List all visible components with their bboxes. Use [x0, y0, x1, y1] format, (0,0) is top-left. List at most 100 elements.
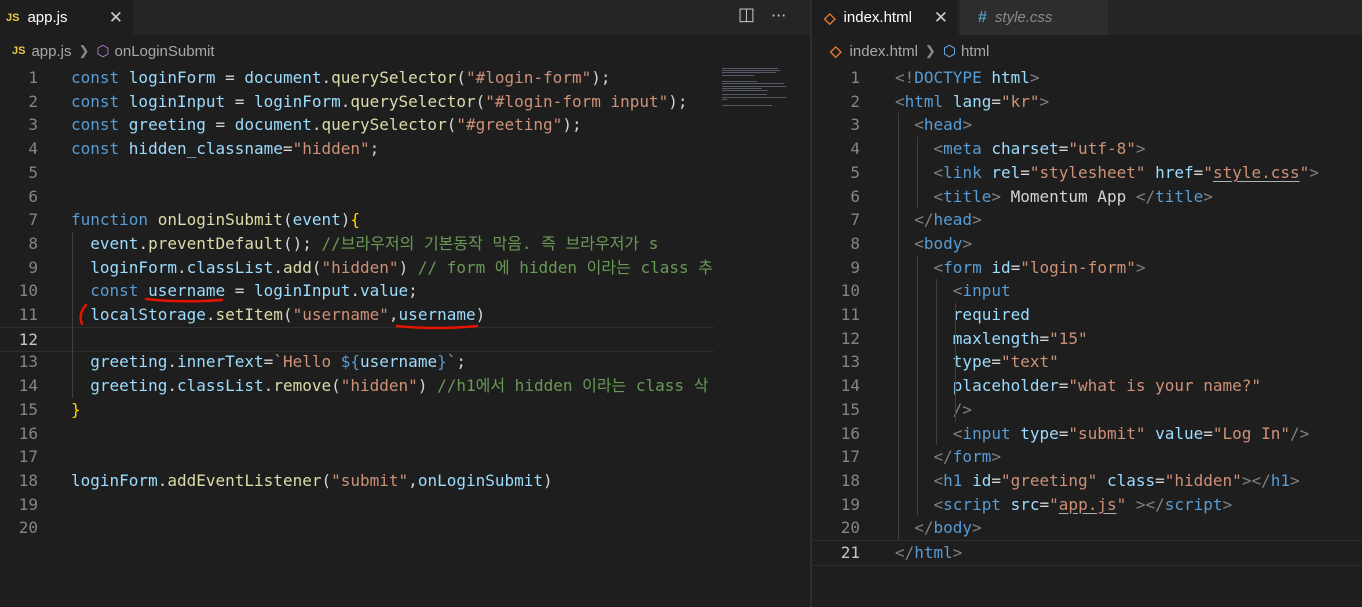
code-token: /> — [1289, 423, 1310, 443]
code-line[interactable]: 21 </html> — [812, 540, 1362, 566]
code-token: const — [71, 139, 129, 159]
code-text: event.preventDefault(); //브라우저의 기본동작 막음.… — [71, 232, 658, 256]
code-text: <meta charset="utf-8"> — [895, 137, 1146, 161]
code-token: "Log In" — [1212, 423, 1290, 443]
code-line[interactable]: 7 </head> — [812, 208, 1362, 232]
code-token: > — [1029, 68, 1040, 87]
code-line[interactable]: 9 loginForm.classList.add("hidden") // f… — [0, 256, 810, 280]
close-icon[interactable]: ✕ — [934, 8, 948, 28]
code-token: ( — [456, 68, 466, 87]
code-token: = — [991, 470, 1001, 490]
code-line[interactable]: 9 <form id="login-form"> — [812, 256, 1362, 280]
code-line[interactable]: 10 const username = loginInput.value; — [0, 279, 810, 303]
code-line[interactable]: 18 loginForm.addEventListener("submit",on… — [0, 469, 810, 493]
minimap-line — [722, 94, 767, 96]
code-line[interactable]: 5 <link rel="stylesheet" href="style.css… — [812, 161, 1362, 185]
code-token: { — [350, 210, 361, 230]
code-line[interactable]: 17 — [0, 445, 810, 469]
code-token: , — [408, 470, 418, 490]
code-line[interactable]: 15} — [0, 398, 810, 422]
code-token: add — [282, 257, 312, 277]
minimap[interactable] — [714, 62, 810, 607]
code-line[interactable]: 8 <body> — [812, 232, 1362, 256]
code-token: loginForm — [71, 470, 158, 490]
code-token: class — [1097, 470, 1156, 490]
code-line[interactable]: 11 required — [812, 303, 1362, 327]
code-line[interactable]: 10 <input — [812, 279, 1362, 303]
code-token: "hidden" — [1164, 470, 1242, 490]
code-text: type="text" — [895, 350, 1059, 374]
code-line[interactable]: 14 placeholder="what is your name?" — [812, 374, 1362, 398]
code-line[interactable]: 4 <meta charset="utf-8"> — [812, 137, 1362, 161]
breadcrumb-symbol[interactable]: onLoginSubmit — [115, 43, 215, 60]
code-line[interactable]: 20 </body> — [812, 516, 1362, 540]
code-line[interactable]: 18 <h1 id="greeting" class="hidden"></h1… — [812, 469, 1362, 493]
code-token: . — [167, 376, 177, 396]
code-token: " — [1203, 162, 1213, 182]
close-icon[interactable]: ✕ — [109, 8, 123, 28]
code-line[interactable]: 8 event.preventDefault(); //브라우저의 기본동작 막… — [0, 232, 810, 256]
code-token: type — [952, 352, 992, 372]
code-token: greeting — [90, 376, 168, 396]
split-editor-icon[interactable]: ◫ — [738, 4, 755, 25]
code-line[interactable]: 3 <head> — [812, 113, 1362, 137]
code-text: <input — [895, 279, 1011, 303]
line-number: 1 — [850, 68, 860, 87]
code-token: "15" — [1049, 328, 1088, 348]
code-line[interactable]: 19 — [0, 493, 810, 517]
code-line[interactable]: 7 function onLoginSubmit(event){ — [0, 208, 810, 232]
code-token: > — [972, 518, 982, 538]
code-line[interactable]: 2 const loginInput = loginForm.querySelec… — [0, 90, 810, 114]
code-token: > — [1289, 470, 1300, 490]
chevron-right-icon: ❯ — [924, 43, 936, 58]
breadcrumb: ◇ index.html ❯ ⬡ html — [830, 40, 989, 62]
code-line[interactable]: 16 — [0, 422, 810, 446]
tab-style-css[interactable]: # style.css — [960, 0, 1108, 35]
code-token: = — [215, 68, 245, 87]
code-token: > — [1222, 494, 1233, 514]
code-line[interactable]: 19 <script src="app.js" ></script> — [812, 493, 1362, 517]
code-line[interactable]: 20 — [0, 516, 810, 540]
code-token: "#login-form" — [465, 68, 592, 87]
code-line[interactable]: 16 <input type="submit" value="Log In"/> — [812, 422, 1362, 446]
breadcrumb-symbol[interactable]: html — [961, 43, 989, 60]
tab-index-html[interactable]: ◇ index.html ✕ — [812, 0, 958, 35]
code-token: " — [1299, 162, 1310, 182]
breadcrumb-file[interactable]: index.html — [850, 43, 918, 60]
breadcrumb-file[interactable]: app.js — [31, 43, 71, 60]
code-line[interactable]: 3 const greeting = document.querySelector… — [0, 113, 810, 137]
code-line[interactable]: 11 localStorage.setItem("username",usern… — [0, 303, 810, 327]
code-token: setItem — [215, 305, 283, 324]
code-line[interactable]: 14 greeting.classList.remove("hidden") /… — [0, 374, 810, 398]
code-token: ( — [321, 470, 332, 490]
code-line[interactable]: 13 type="text" — [812, 350, 1362, 374]
code-token: ) — [543, 470, 553, 490]
code-token: const — [71, 68, 129, 87]
code-line[interactable]: 6 — [0, 185, 810, 209]
tab-label: app.js — [27, 9, 68, 26]
tab-app-js[interactable]: JS app.js ✕ — [0, 0, 133, 35]
code-line[interactable]: 17 </form> — [812, 445, 1362, 469]
code-line[interactable]: 15 /> — [812, 398, 1362, 422]
code-line[interactable]: 4 const hidden_classname="hidden"; — [0, 137, 810, 161]
code-line[interactable]: 1 <!DOCTYPE html> — [812, 66, 1362, 90]
code-line[interactable]: 13 greeting.innerText=`Hello ${username}… — [0, 350, 810, 374]
minimap-line — [722, 87, 762, 89]
code-token: //h1에서 hidden 이라는 class 삭 — [437, 376, 709, 396]
code-line[interactable]: 6 <title> Momentum App </title> — [812, 185, 1362, 209]
code-token: = — [991, 91, 1001, 111]
code-token: const — [71, 91, 129, 111]
code-line[interactable]: 1 const loginForm = document.querySelecto… — [0, 66, 810, 90]
line-number: 7 — [28, 210, 38, 230]
code-line[interactable]: 12 — [0, 326, 810, 353]
code-token: < — [914, 115, 924, 135]
code-token: innerText — [176, 352, 264, 372]
code-line[interactable]: 5 — [0, 161, 810, 185]
more-actions-icon[interactable]: ··· — [771, 6, 786, 25]
code-line[interactable]: 2 <html lang="kr"> — [812, 90, 1362, 114]
code-line[interactable]: 12 maxlength="15" — [812, 327, 1362, 351]
code-token: value — [360, 281, 409, 301]
code-text: const loginInput = loginForm.querySelect… — [71, 90, 688, 114]
